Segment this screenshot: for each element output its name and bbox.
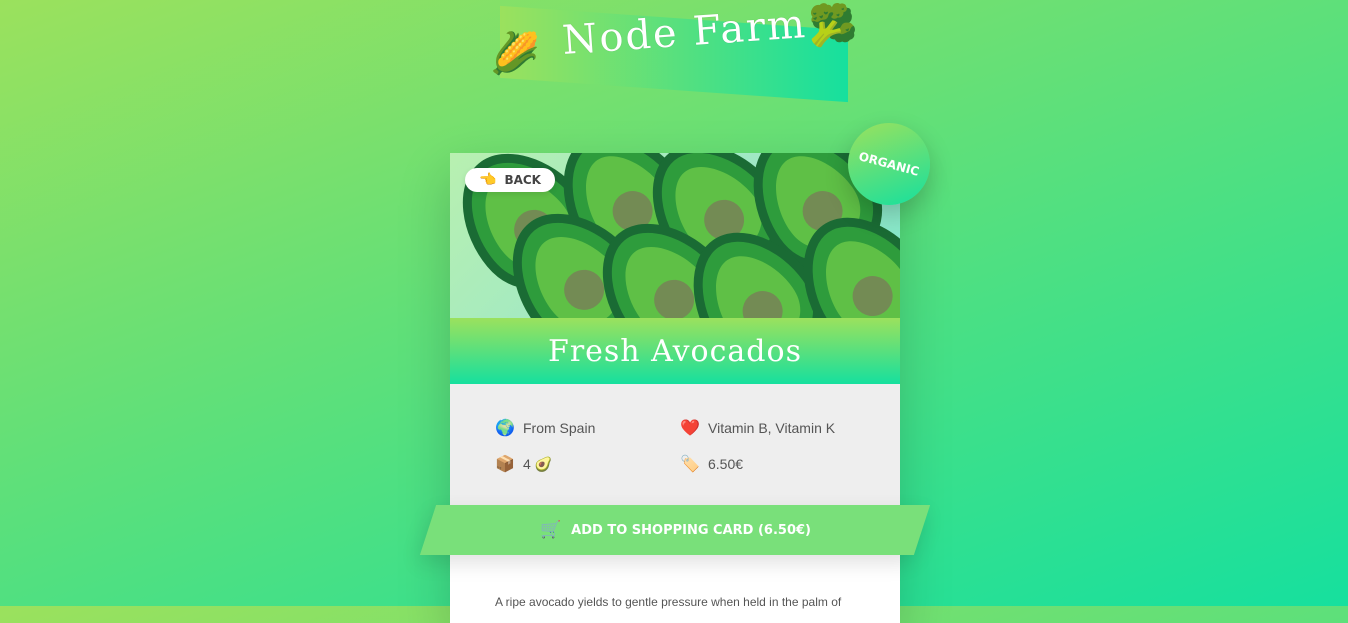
detail-origin: 🌍 From Spain xyxy=(495,418,595,438)
product-card: 👈 BACK Fresh Avocados 🌍 From Spain ❤️ Vi… xyxy=(419,153,931,623)
box-icon: 📦 xyxy=(495,456,515,473)
add-to-cart-button[interactable]: 🛒 ADD TO SHOPPING CARD (6.50€) xyxy=(419,505,931,555)
quantity-text: 4 🥑 xyxy=(523,455,553,472)
broccoli-icon: 🥦 xyxy=(808,3,858,49)
product-details: 🌍 From Spain ❤️ Vitamin B, Vitamin K 📦 4… xyxy=(450,384,900,514)
detail-nutrients: ❤️ Vitamin B, Vitamin K xyxy=(680,418,835,438)
detail-quantity: 📦 4 🥑 xyxy=(495,454,552,474)
product-title-band: Fresh Avocados xyxy=(450,318,900,384)
back-button[interactable]: 👈 BACK xyxy=(465,168,555,192)
pointing-hand-icon: 👈 xyxy=(479,172,497,188)
product-description: A ripe avocado yields to gentle pressure… xyxy=(495,595,842,609)
heart-icon: ❤️ xyxy=(680,420,700,437)
product-title: Fresh Avocados xyxy=(548,333,802,369)
organic-badge-label: ORGANIC xyxy=(857,149,921,179)
add-to-cart-label: ADD TO SHOPPING CARD (6.50€) xyxy=(570,522,811,538)
organic-badge: ORGANIC xyxy=(848,123,930,205)
shopping-cart-icon: 🛒 xyxy=(539,520,561,540)
nutrients-text: Vitamin B, Vitamin K xyxy=(708,420,836,436)
product-hero-image: 👈 BACK xyxy=(450,153,900,318)
origin-text: From Spain xyxy=(523,420,596,436)
globe-icon: 🌍 xyxy=(495,420,515,437)
price-text: 6.50€ xyxy=(708,456,744,472)
price-tag-icon: 🏷️ xyxy=(680,456,700,473)
back-button-label: BACK xyxy=(504,173,541,187)
detail-price: 🏷️ 6.50€ xyxy=(680,454,743,474)
corn-icon: 🌽 xyxy=(490,31,540,77)
logo: 🌽 Node Farm 🥦 xyxy=(490,1,860,105)
